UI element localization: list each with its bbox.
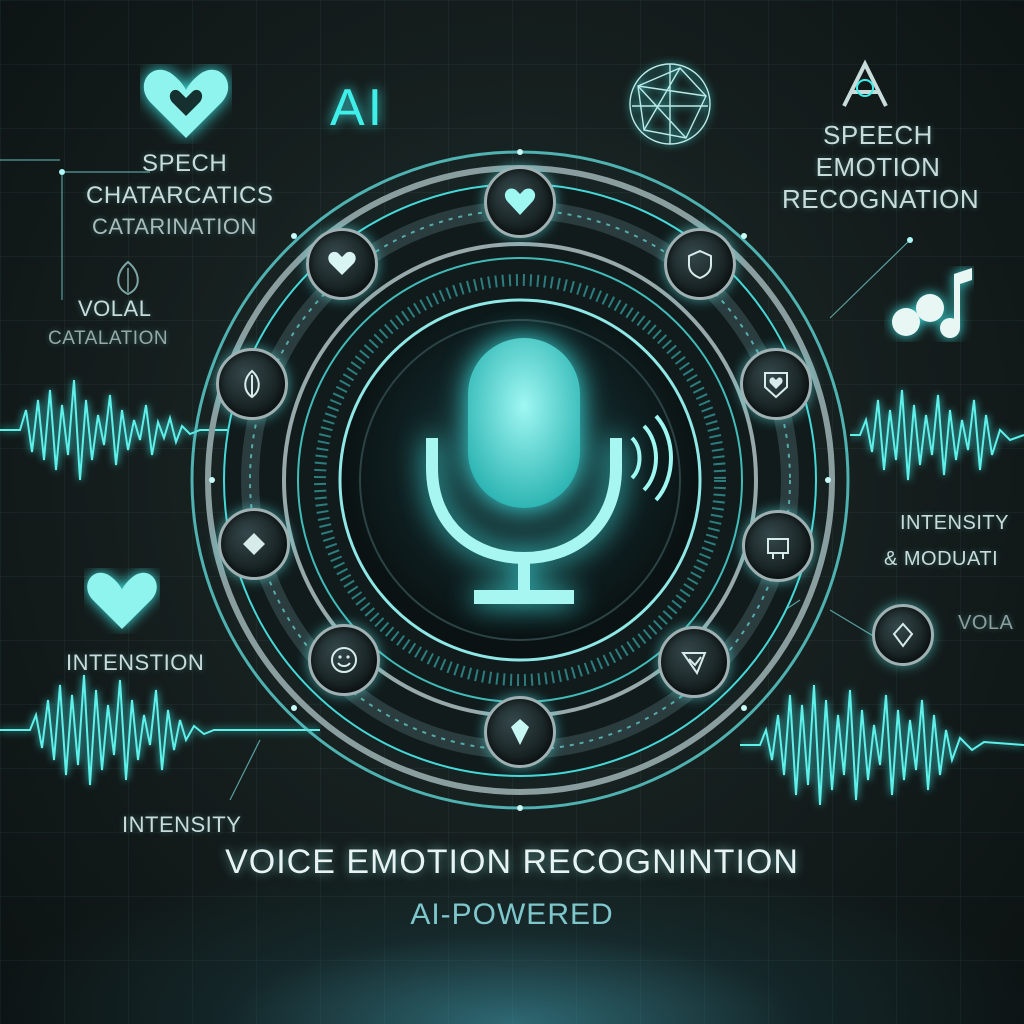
node-heart-top[interactable] [484, 166, 556, 238]
vocal-label-right: VOLA [958, 612, 1014, 634]
node-diamond-left[interactable] [218, 508, 290, 580]
modulation-label: & MODUATI [884, 548, 999, 570]
intention-label: INTENSTION [66, 650, 205, 675]
leaf-icon [117, 260, 139, 296]
node-device-right[interactable] [742, 510, 814, 582]
microphone-icon [426, 338, 622, 604]
ser-label-line-1: SPEECH [823, 120, 933, 150]
emotion-ring [188, 148, 852, 812]
node-shield-lower-right[interactable] [658, 626, 730, 698]
heart-icon [87, 572, 157, 630]
node-gem-bottom[interactable] [484, 696, 556, 768]
node-heart-upper-left[interactable] [306, 228, 378, 300]
page-title: VOICE EMOTION RECOGNINTION [225, 843, 799, 881]
node-face-lower-left[interactable] [308, 624, 380, 696]
node-leaf-left[interactable] [216, 348, 288, 420]
node-shield-upper-right[interactable] [664, 228, 736, 300]
sound-waves-icon [630, 414, 673, 502]
geodesic-sphere-icon [629, 63, 711, 145]
ai-logo-icon [842, 59, 888, 107]
tag-icon [872, 604, 934, 666]
page-subtitle: AI-POWERED [410, 898, 614, 931]
heart-icon [143, 69, 229, 138]
node-heart-badge-right[interactable] [740, 348, 812, 420]
ai-label: AI [330, 79, 386, 137]
intensity-label-right: INTENSITY [900, 512, 1009, 534]
vocal-sublabel: CATALATION [48, 328, 169, 349]
music-note-icon [892, 268, 972, 338]
vocal-label: VOLAL [78, 296, 152, 321]
intensity-label-left: INTENSITY [122, 812, 242, 837]
